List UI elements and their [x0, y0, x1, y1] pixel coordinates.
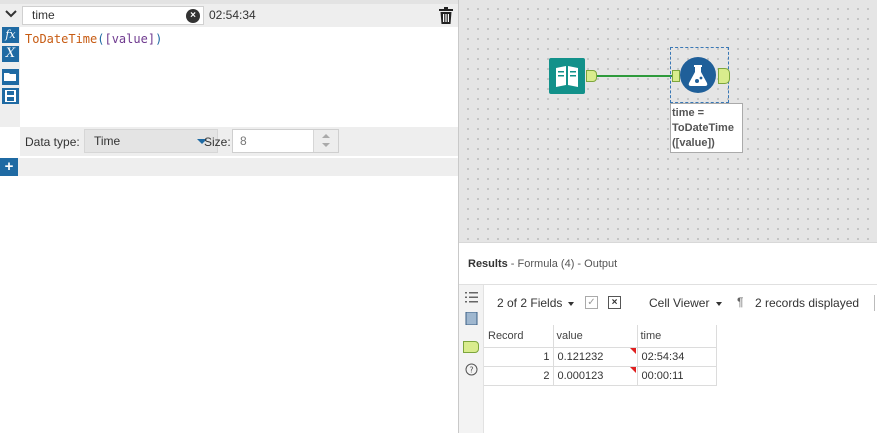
output-field-name-input[interactable]: time	[22, 6, 204, 25]
input-data-tool-icon[interactable]	[549, 58, 585, 94]
list-view-icon[interactable]	[465, 291, 478, 304]
trash-icon[interactable]	[439, 7, 453, 24]
data-type-select[interactable]: Time	[84, 129, 218, 153]
truncation-flag-icon	[629, 347, 636, 354]
cell-viewer-dropdown[interactable]: Cell Viewer	[649, 296, 709, 310]
caret-down-icon[interactable]	[568, 302, 574, 306]
formula-field-row: time × 02:54:34	[0, 4, 458, 27]
value-cell[interactable]: 0.000123	[553, 366, 638, 386]
expression-preview-value: 02:54:34	[209, 8, 256, 22]
expression-close-paren: )	[155, 32, 163, 46]
output-anchor-view-icon[interactable]	[463, 341, 479, 353]
formula-config-panel: time × 02:54:34 fx X ToDateTime([value])…	[0, 0, 458, 433]
add-expression-button[interactable]: +	[0, 158, 18, 176]
caret-down-icon[interactable]	[716, 302, 722, 306]
connection-wire[interactable]	[597, 75, 673, 77]
results-title-label: Results	[468, 258, 508, 270]
output-anchor[interactable]	[586, 70, 597, 82]
stepper-up-icon[interactable]	[322, 134, 330, 138]
annotation-line: ([value])	[672, 137, 715, 149]
results-table: Record value time 1 0.121232 02:54:34 2 …	[484, 325, 717, 386]
toolbar-divider	[874, 295, 875, 311]
results-title: Results - Formula (4) - Output	[468, 258, 617, 270]
results-panel: ? 2 of 2 Fields ✓ × Cell Viewer ¶ 2 reco…	[459, 284, 877, 433]
annotation-line: time =	[672, 107, 705, 119]
stepper-down-icon[interactable]	[322, 143, 330, 147]
variables-x-icon[interactable]: X	[2, 46, 19, 62]
record-number-cell: 2	[484, 366, 554, 386]
help-icon[interactable]: ?	[465, 363, 478, 376]
results-header: Results - Formula (4) - Output	[459, 242, 877, 284]
expression-side-toolbar: fx X	[0, 27, 20, 127]
column-header-time[interactable]: time	[637, 325, 717, 348]
save-disk-icon[interactable]	[2, 88, 19, 104]
expression-editor[interactable]: ToDateTime([value])	[25, 32, 162, 47]
size-label: Size:	[204, 135, 231, 149]
table-row[interactable]: 2 0.000123 00:00:11	[484, 366, 717, 386]
annotation-line: ToDateTime	[672, 122, 734, 134]
expression-field: [value]	[104, 32, 156, 46]
input-anchor-view-icon[interactable]	[465, 311, 478, 326]
data-type-label: Data type:	[25, 135, 80, 149]
pilcrow-icon[interactable]: ¶	[737, 295, 743, 309]
input-anchor[interactable]	[672, 70, 680, 82]
time-cell[interactable]: 00:00:11	[637, 366, 717, 386]
results-side-toolbar: ?	[459, 285, 484, 433]
value-cell[interactable]: 0.121232	[553, 347, 638, 367]
time-cell[interactable]: 02:54:34	[637, 347, 717, 367]
output-anchor[interactable]	[718, 68, 730, 84]
open-folder-icon[interactable]	[2, 69, 19, 85]
value-cell-text: 0.121232	[557, 350, 604, 363]
expression-function: ToDateTime	[25, 32, 98, 46]
workflow-canvas[interactable]	[459, 0, 877, 242]
column-header-value[interactable]: value	[553, 325, 638, 348]
function-fx-icon[interactable]: fx	[2, 27, 19, 43]
data-type-row: Data type: Time Size: 8	[20, 127, 458, 156]
results-toolbar: 2 of 2 Fields ✓ × Cell Viewer ¶ 2 record…	[484, 285, 877, 321]
tool-annotation: time = ToDateTime ([value])	[670, 103, 743, 153]
svg-text:?: ?	[469, 366, 473, 375]
value-cell-text: 0.000123	[557, 369, 604, 382]
table-row[interactable]: 1 0.121232 02:54:34	[484, 347, 717, 367]
record-number-cell: 1	[484, 347, 554, 367]
data-type-value: Time	[94, 134, 121, 148]
fields-selector[interactable]: 2 of 2 Fields	[497, 296, 562, 310]
app-window: time × 02:54:34 fx X ToDateTime([value])…	[0, 0, 877, 433]
clear-field-icon[interactable]: ×	[186, 9, 200, 23]
results-subtitle: - Formula (4) - Output	[507, 258, 618, 270]
formula-tool-icon[interactable]	[680, 57, 716, 93]
checkbox-icon[interactable]: ✓	[585, 296, 598, 309]
truncation-flag-icon	[629, 366, 636, 373]
chevron-down-icon[interactable]	[2, 7, 20, 23]
records-displayed-count: 2 records displayed	[755, 296, 860, 310]
size-stepper[interactable]	[313, 130, 338, 152]
x-box-icon[interactable]: ×	[608, 296, 621, 309]
column-header-record[interactable]: Record	[484, 325, 554, 348]
table-header-row: Record value time	[484, 325, 717, 348]
add-expression-row: +	[0, 158, 458, 176]
